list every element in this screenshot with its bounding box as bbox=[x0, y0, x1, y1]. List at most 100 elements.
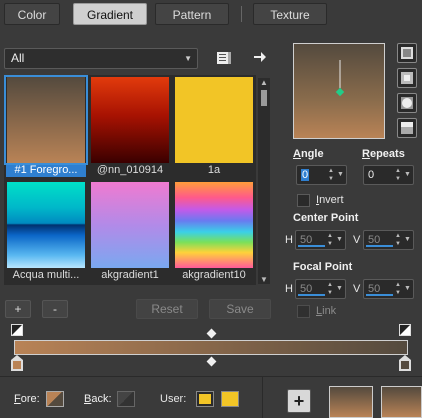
tab-texture[interactable]: Texture bbox=[253, 3, 327, 25]
chevron-down-icon[interactable]: ▼ bbox=[335, 231, 344, 249]
back-gradient-chip[interactable] bbox=[117, 391, 135, 407]
apply-arrow-button[interactable] bbox=[250, 47, 270, 67]
gradient-item-nn010914[interactable]: @nn_010914 bbox=[90, 77, 170, 177]
top-right-transparency-stop[interactable] bbox=[399, 324, 411, 336]
save-button[interactable]: Save bbox=[209, 299, 271, 319]
fore-label: Fore: bbox=[14, 393, 40, 405]
reset-button[interactable]: Reset bbox=[136, 299, 198, 319]
gradient-label: akgradient10 bbox=[182, 269, 246, 281]
color-stop-icon bbox=[399, 355, 411, 371]
repeats-label: Repeats bbox=[362, 148, 405, 160]
add-to-recent-button[interactable]: + bbox=[287, 389, 311, 413]
remove-gradient-button[interactable]: - bbox=[42, 300, 68, 318]
gradient-library-button[interactable] bbox=[214, 48, 234, 68]
focal-v-input[interactable]: 50 ▲ ▼ ▼ bbox=[363, 279, 414, 299]
scroll-thumb[interactable] bbox=[261, 90, 267, 106]
spin-arrows-icon[interactable]: ▲ ▼ bbox=[393, 166, 403, 184]
gradient-label: akgradient1 bbox=[101, 269, 159, 281]
add-gradient-button[interactable]: + bbox=[5, 300, 31, 318]
sunburst-style-icon bbox=[401, 97, 413, 109]
sunburst-style-button[interactable] bbox=[397, 93, 417, 113]
opacity-stop-icon bbox=[12, 325, 22, 335]
tab-color[interactable]: Color bbox=[4, 3, 60, 25]
angle-value: 0 bbox=[301, 169, 310, 181]
scroll-up-icon[interactable]: ▲ bbox=[258, 78, 270, 87]
gradient-item-foreground[interactable]: #1 Foregro... bbox=[4, 75, 88, 177]
spin-arrows-icon[interactable]: ▲ ▼ bbox=[393, 231, 403, 249]
input-underline bbox=[298, 294, 325, 296]
gradient-swatch bbox=[175, 182, 253, 268]
color-midpoint[interactable] bbox=[206, 356, 217, 367]
opacity-midpoint[interactable] bbox=[206, 328, 217, 339]
category-value: All bbox=[11, 51, 25, 65]
linear-style-icon bbox=[401, 47, 413, 59]
center-v-input[interactable]: 50 ▲ ▼ ▼ bbox=[363, 230, 414, 250]
angle-input[interactable]: 0 ▲ ▼ ▼ bbox=[296, 165, 347, 185]
divider bbox=[262, 377, 263, 418]
spin-arrows-icon[interactable]: ▲ ▼ bbox=[325, 231, 335, 249]
focal-h-label: H bbox=[285, 283, 293, 295]
gradient-label: 1a bbox=[207, 164, 221, 176]
top-left-transparency-stop[interactable] bbox=[11, 324, 23, 336]
rectangular-style-button[interactable] bbox=[397, 68, 417, 88]
gradient-swatch bbox=[91, 182, 169, 268]
tab-separator bbox=[241, 6, 242, 22]
center-point-label: Center Point bbox=[293, 212, 359, 224]
scroll-down-icon[interactable]: ▼ bbox=[258, 275, 270, 284]
center-h-label: H bbox=[285, 234, 293, 246]
gradient-item-akgradient1[interactable]: akgradient1 bbox=[90, 182, 170, 282]
fore-gradient-chip[interactable] bbox=[46, 391, 64, 407]
linear-style-button[interactable] bbox=[397, 43, 417, 63]
gradient-bar[interactable] bbox=[14, 340, 408, 355]
gradient-swatch bbox=[91, 77, 169, 163]
radial-style-button[interactable] bbox=[397, 118, 417, 138]
recent-gradient-1[interactable] bbox=[329, 386, 373, 418]
gradient-label: #1 Foregro... bbox=[6, 163, 86, 177]
recent-gradient-2[interactable] bbox=[381, 386, 422, 418]
left-color-stop[interactable] bbox=[11, 355, 23, 371]
tab-bar: Color Gradient Pattern Texture bbox=[0, 0, 422, 30]
invert-label: Invert bbox=[316, 194, 344, 206]
gradient-item-acqua[interactable]: Acqua multi... bbox=[6, 182, 86, 282]
gradient-item-akgradient10[interactable]: akgradient10 bbox=[174, 182, 254, 282]
back-label: Back: bbox=[84, 393, 112, 405]
gradient-grid: #1 Foregro... @nn_010914 1a Acqua multi.… bbox=[4, 75, 256, 285]
user-swatch bbox=[199, 394, 211, 404]
arrow-right-icon bbox=[254, 52, 266, 62]
focal-h-input[interactable]: 50 ▲ ▼ ▼ bbox=[295, 279, 346, 299]
gradient-swatch bbox=[7, 182, 85, 268]
chevron-down-icon[interactable]: ▼ bbox=[335, 280, 344, 298]
gradient-preview[interactable] bbox=[293, 43, 385, 139]
radial-style-icon bbox=[401, 122, 413, 134]
spin-arrows-icon[interactable]: ▲ ▼ bbox=[325, 280, 335, 298]
user-chip-2[interactable] bbox=[221, 391, 239, 407]
focal-point-label: Focal Point bbox=[293, 261, 353, 273]
rectangular-style-icon bbox=[401, 72, 413, 84]
user-label: User: bbox=[160, 393, 187, 405]
color-stop-icon bbox=[11, 355, 23, 371]
chevron-down-icon[interactable]: ▼ bbox=[403, 280, 412, 298]
gradient-swatch bbox=[175, 77, 253, 163]
gradient-item-1a[interactable]: 1a bbox=[174, 77, 254, 177]
spin-arrows-icon[interactable]: ▲ ▼ bbox=[393, 280, 403, 298]
chevron-down-icon[interactable]: ▼ bbox=[336, 166, 345, 184]
gradient-scrollbar[interactable]: ▲ ▼ bbox=[258, 78, 270, 284]
category-dropdown[interactable]: All ▼ bbox=[4, 48, 198, 69]
link-checkbox[interactable] bbox=[297, 305, 310, 318]
gradient-swatch bbox=[7, 77, 85, 163]
repeats-input[interactable]: 0 ▲ ▼ ▼ bbox=[363, 165, 414, 185]
spin-arrows-icon[interactable]: ▲ ▼ bbox=[326, 166, 336, 184]
chevron-down-icon[interactable]: ▼ bbox=[403, 166, 412, 184]
input-underline bbox=[366, 294, 393, 296]
tab-pattern[interactable]: Pattern bbox=[155, 3, 229, 25]
library-icon bbox=[217, 52, 231, 64]
invert-checkbox[interactable] bbox=[297, 194, 310, 207]
tab-gradient[interactable]: Gradient bbox=[73, 3, 147, 25]
right-color-stop[interactable] bbox=[399, 355, 411, 371]
center-h-input[interactable]: 50 ▲ ▼ ▼ bbox=[295, 230, 346, 250]
chevron-down-icon: ▼ bbox=[184, 54, 192, 63]
user-chip-1[interactable] bbox=[196, 391, 214, 407]
chevron-down-icon[interactable]: ▼ bbox=[403, 231, 412, 249]
gradient-label: @nn_010914 bbox=[96, 164, 164, 176]
angle-handle-icon bbox=[335, 60, 345, 97]
